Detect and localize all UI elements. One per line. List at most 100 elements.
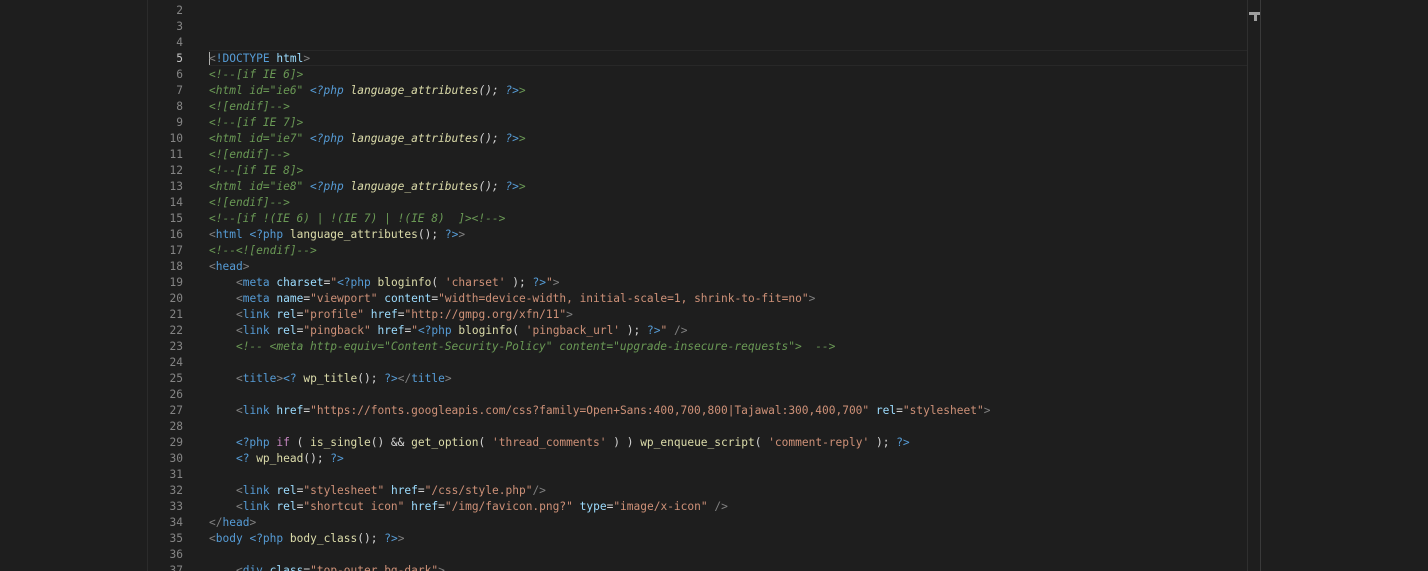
code-token: > <box>983 404 991 417</box>
code-token: href <box>276 404 304 417</box>
line-code: <!-- <meta http-equiv="Content-Security-… <box>209 339 835 355</box>
editor-text-area[interactable]: 2 3 4 5 <!DOCTYPE html> 6 <!--[if IE 6]> 7 <html… <box>148 0 1259 571</box>
line-number: 17 <box>169 244 183 257</box>
code-token: > <box>552 276 560 289</box>
code-token: > <box>242 260 250 273</box>
code-token: < <box>235 292 243 305</box>
code-token: rel <box>276 324 297 337</box>
code-token: ( <box>754 436 769 449</box>
code-token: /> <box>673 324 688 337</box>
code-token: get_option <box>411 436 479 449</box>
code-token: link <box>242 500 270 513</box>
line-code: <html id="ie6" <?php language_attributes… <box>209 83 526 99</box>
code-token: "/img/favicon.png?" <box>444 500 573 513</box>
code-token: href <box>370 308 398 321</box>
code-token: !DOCTYPE <box>215 52 270 65</box>
cursor-position-marker <box>1254 15 1257 21</box>
code-token: ?> <box>647 324 661 337</box>
code-token: <!-- <meta http-equiv="Content-Security-… <box>235 340 836 353</box>
line-code: <![endif]--> <box>209 99 290 115</box>
code-token: < <box>235 372 243 385</box>
code-token: <? <box>283 372 297 385</box>
line-code: <link rel="pingback" href="<?php bloginf… <box>209 323 688 339</box>
code-token: head <box>222 516 250 529</box>
line-code: <link rel="stylesheet" href="/css/style.… <box>209 483 546 499</box>
code-token: (); <box>478 132 506 145</box>
code-token: <!--[if !(IE 6) | !(IE 7) | !(IE 8) ]><!… <box>209 212 506 225</box>
line-number: 25 <box>169 372 183 385</box>
line-code: <? wp_head(); ?> <box>209 451 344 467</box>
code-token: charset <box>276 276 324 289</box>
code-token: <html id="ie6" <box>209 84 311 97</box>
line-code: <body <?php body_class(); ?>> <box>209 531 404 547</box>
code-token: wp_head <box>256 452 304 465</box>
line-number: 26 <box>169 388 183 401</box>
code-token: meta <box>242 292 270 305</box>
code-token: > <box>566 308 573 321</box>
code-token: "profile" <box>303 308 364 321</box>
line-code: <!--[if IE 6]> <box>209 67 303 83</box>
code-token: "image/x-icon" <box>613 500 708 513</box>
line-number: 16 <box>169 228 183 241</box>
code-token: link <box>242 404 270 417</box>
code-token: link <box>242 324 270 337</box>
code-token: "width=device-width, initial-scale=1, sh… <box>438 292 809 305</box>
line-code: <link rel="shortcut icon" href="/img/fav… <box>209 499 728 515</box>
code-token: < <box>209 260 216 273</box>
line-number: 33 <box>169 500 183 513</box>
code-token: "viewport" <box>310 292 378 305</box>
code-token: link <box>242 484 270 497</box>
code-token: <!--<![endif]--> <box>209 244 317 257</box>
line-code: <?php if ( is_single() && get_option( 't… <box>209 435 910 451</box>
code-token: <![endif]--> <box>209 148 290 161</box>
line-number: 15 <box>169 212 183 225</box>
code-token: "shortcut icon" <box>303 500 405 513</box>
code-token: "top-outer bg-dark" <box>310 564 439 571</box>
code-token: head <box>215 260 243 273</box>
line-code: <html id="ie7" <?php language_attributes… <box>209 131 526 147</box>
line-number: 14 <box>169 196 183 209</box>
line-number: 5 <box>176 52 183 65</box>
line-code: </head> <box>209 515 256 531</box>
code-token: (); <box>478 84 506 97</box>
code-token: (); <box>357 532 385 545</box>
line-code: <meta name="viewport" content="width=dev… <box>209 291 815 307</box>
code-token: <?php <box>249 532 284 545</box>
code-token: ); <box>505 276 533 289</box>
line-code: <![endif]--> <box>209 195 290 211</box>
code-token: <? <box>235 452 250 465</box>
code-token: > <box>518 132 526 145</box>
code-token: href <box>411 500 439 513</box>
code-token: "stylesheet" <box>303 484 385 497</box>
code-token: <?php <box>235 436 270 449</box>
code-token: < <box>235 484 243 497</box>
code-token: </ <box>209 516 223 529</box>
code-token: <?php <box>310 180 344 193</box>
code-token: name <box>276 292 304 305</box>
code-token: language_attributes <box>289 228 418 241</box>
code-token: </ <box>397 372 412 385</box>
line-number: 21 <box>169 308 183 321</box>
line-code: <html <?php language_attributes(); ?>> <box>209 227 465 243</box>
code-token: < <box>235 308 243 321</box>
code-token: ?> <box>505 180 519 193</box>
line-code: <div class="top-outer bg-dark"> <box>209 563 445 571</box>
code-token: < <box>235 404 243 417</box>
line-code: <meta charset="<?php bloginfo( 'charset'… <box>209 275 559 291</box>
code-token: <!--[if IE 8]> <box>209 164 304 177</box>
code-token: > <box>458 228 466 241</box>
line-number: 19 <box>169 276 183 289</box>
line-code: <link href = "https://fonts.googleapis.com… <box>209 403 991 419</box>
line-code: <![endif]--> <box>209 147 290 163</box>
code-token: language_attributes <box>350 84 479 97</box>
code-token: title <box>242 372 277 385</box>
code-token: ?> <box>505 84 519 97</box>
code-token: "pingback" <box>303 324 371 337</box>
